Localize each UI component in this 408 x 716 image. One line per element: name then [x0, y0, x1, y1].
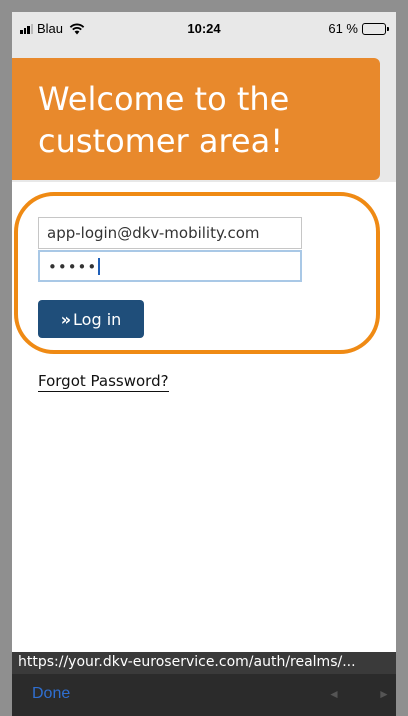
- login-button[interactable]: » Log in: [38, 300, 144, 338]
- page-title-line1: Welcome to the: [38, 80, 290, 118]
- header-band: Welcome to the customer area!: [12, 46, 396, 182]
- bottom-toolbar: Done ◄ ►: [12, 674, 396, 716]
- url-bar: https://your.dkv-euroservice.com/auth/re…: [12, 652, 396, 674]
- login-button-label: Log in: [73, 309, 122, 329]
- forgot-password-link[interactable]: Forgot Password?: [38, 372, 169, 392]
- app-screen: Blau 10:24 61 % Welcome to the customer …: [12, 12, 396, 716]
- status-bar: Blau 10:24 61 %: [12, 12, 396, 46]
- email-field[interactable]: app-login@dkv-mobility.com: [38, 217, 302, 249]
- status-right: 61 %: [328, 21, 389, 36]
- password-mask: •••••: [48, 258, 98, 276]
- next-arrow-icon[interactable]: ►: [378, 687, 390, 701]
- chevron-right-icon: »: [60, 309, 72, 329]
- done-button[interactable]: Done: [32, 685, 70, 703]
- battery-percent: 61 %: [328, 21, 358, 36]
- text-caret: [98, 258, 101, 275]
- battery-icon: [362, 22, 389, 35]
- prev-arrow-icon[interactable]: ◄: [328, 687, 340, 701]
- page-title-line2: customer area!: [38, 122, 284, 160]
- password-field[interactable]: •••••: [38, 250, 302, 282]
- page-title: Welcome to the customer area!: [12, 58, 380, 180]
